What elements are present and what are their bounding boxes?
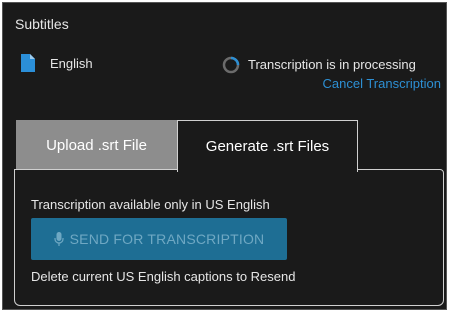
availability-note: Transcription available only in US Engli… <box>31 197 270 212</box>
send-for-transcription-button[interactable]: SEND FOR TRANSCRIPTION <box>31 218 287 260</box>
file-icon <box>21 54 35 72</box>
generate-tab-content: Transcription available only in US Engli… <box>14 169 444 306</box>
language-label: English <box>50 56 93 71</box>
tab-upload-srt[interactable]: Upload .srt File <box>16 120 177 170</box>
spinner-icon <box>222 56 240 74</box>
cancel-transcription-link[interactable]: Cancel Transcription <box>323 76 442 91</box>
transcription-status: Transcription is in processing <box>248 57 416 72</box>
subtitles-panel: Subtitles English Transcription is in pr… <box>2 2 447 310</box>
panel-title: Subtitles <box>15 16 69 32</box>
microphone-icon <box>54 232 64 246</box>
send-button-label: SEND FOR TRANSCRIPTION <box>69 231 265 247</box>
tab-generate-srt[interactable]: Generate .srt Files <box>177 120 358 172</box>
resend-note: Delete current US English captions to Re… <box>31 269 296 284</box>
